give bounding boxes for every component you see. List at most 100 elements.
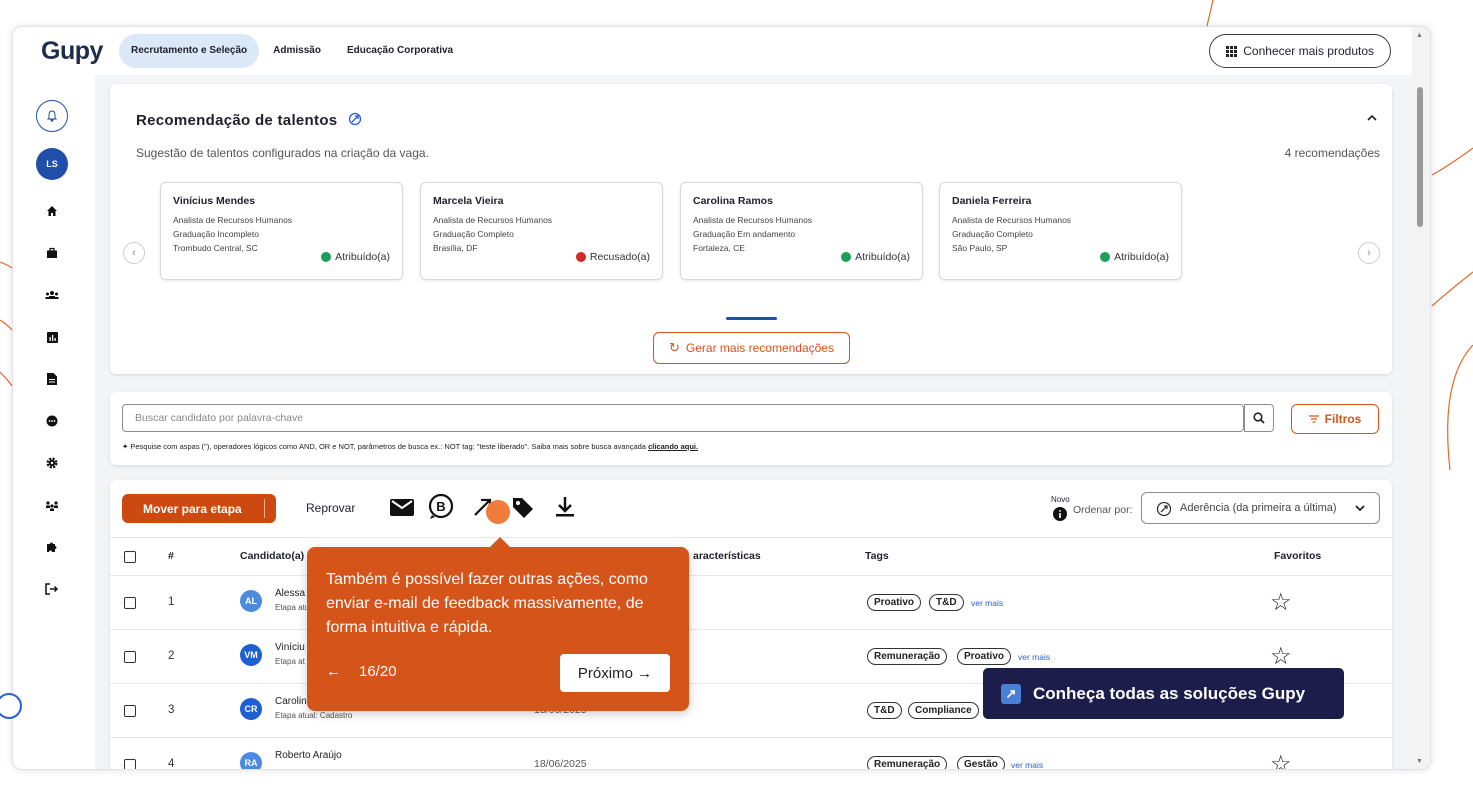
generate-more-button[interactable]: ↻ Gerar mais recomendações (653, 332, 850, 364)
briefcase-icon[interactable] (41, 242, 63, 264)
candidate-name: Marcela Vieira (433, 195, 504, 207)
browser-frame: Gupy Recrutamento e Seleção Admissão Edu… (12, 26, 1431, 770)
candidate-name[interactable]: Alessa (275, 588, 305, 599)
tab-recrutamento[interactable]: Recrutamento e Seleção (119, 34, 260, 68)
candidate-card[interactable]: Marcela Vieira Analista de Recursos Huma… (420, 182, 663, 280)
recommendations-title: Recomendação de talentos (136, 112, 362, 129)
candidate-name[interactable]: Roberto Araújo (275, 750, 342, 761)
tag-badge: T&D (929, 594, 964, 611)
reject-button[interactable]: Reprovar (306, 501, 355, 515)
tag-badge: Remuneração (867, 648, 948, 665)
row-checkbox[interactable] (124, 597, 136, 609)
gear-icon[interactable] (41, 452, 63, 474)
collapse-chevron-icon[interactable] (1367, 114, 1377, 122)
move-to-stage-button[interactable]: Mover para etapa (122, 494, 276, 523)
tag-icon[interactable] (510, 494, 536, 520)
next-button[interactable]: Próximo → (560, 654, 670, 692)
avatar: RA (240, 752, 262, 769)
bulk-b-icon[interactable]: B (428, 494, 454, 520)
check-icon (841, 252, 852, 262)
row-index: 2 (168, 650, 175, 662)
col-tags: Tags (865, 550, 889, 562)
search-button[interactable] (1244, 404, 1274, 432)
search-icon (1253, 412, 1265, 424)
products-button[interactable]: Conhecer mais produtos (1209, 34, 1391, 68)
see-more-link[interactable]: ver mais (1011, 760, 1043, 769)
tab-educacao[interactable]: Educação Corporativa (335, 34, 465, 68)
candidate-stage: Etapa atu (275, 603, 310, 612)
people-icon[interactable] (41, 494, 63, 516)
search-input[interactable]: Buscar candidato por palavra-chave (122, 404, 1244, 432)
col-candidate[interactable]: Candidato(a) (240, 550, 304, 562)
report-icon[interactable] (41, 326, 63, 348)
chat-icon[interactable] (41, 410, 63, 432)
sidebar: LS (13, 75, 95, 769)
candidate-card[interactable]: Daniela Ferreira Analista de Recursos Hu… (939, 182, 1182, 280)
table-row[interactable]: 4 RA Roberto Araújo 18/06/2025 Remuneraç… (110, 737, 1392, 770)
email-icon[interactable] (389, 494, 415, 520)
candidate-location: Brasília, DF (433, 243, 478, 253)
popover-text: Também é possível fazer outras ações, co… (326, 571, 648, 636)
col-index: # (168, 550, 174, 562)
home-icon[interactable] (41, 200, 63, 222)
candidate-date: 18/06/2025 (534, 758, 587, 770)
candidate-status: Atribuído(a) (1100, 251, 1169, 263)
candidate-name[interactable]: Viníciu (275, 642, 305, 653)
scroll-up-icon[interactable]: ▲ (1416, 32, 1423, 39)
favorite-star-icon[interactable]: ☆ (1270, 591, 1292, 615)
candidate-card[interactable]: Vinícius Mendes Analista de Recursos Hum… (160, 182, 403, 280)
advanced-search-link[interactable]: clicando aqui. (648, 442, 698, 451)
candidate-stage: Etapa atual: Cadastro (275, 711, 353, 720)
solutions-banner-text: Conheça todas as soluções Gupy (1033, 683, 1306, 703)
tab-admissao[interactable]: Admissão (261, 34, 333, 68)
filters-button[interactable]: Filtros (1291, 404, 1379, 434)
notifications-button[interactable] (36, 100, 68, 132)
tag-badge: Proativo (957, 648, 1012, 665)
sort-select[interactable]: Aderência (da primeira a última) (1141, 492, 1380, 524)
candidate-name: Carolina Ramos (693, 195, 773, 207)
search-hint: ✦ Pesquise com aspas ("), operadores lóg… (122, 442, 698, 451)
candidate-name[interactable]: Carolin (275, 696, 307, 707)
solutions-banner[interactable]: ↗ Conheça todas as soluções Gupy (983, 668, 1344, 719)
tag-badge: Proativo (867, 594, 922, 611)
external-link-icon: ↗ (1001, 684, 1021, 704)
table-row[interactable]: 1 AL Alessa Etapa atu Proativo T&D ver m… (110, 575, 1392, 629)
candidate-status-text: Atribuído(a) (335, 251, 390, 263)
row-index: 4 (168, 758, 175, 770)
row-checkbox[interactable] (124, 705, 136, 717)
puzzle-icon[interactable] (41, 536, 63, 558)
select-all-checkbox[interactable] (124, 551, 136, 563)
filter-icon (1308, 415, 1319, 423)
favorite-star-icon[interactable]: ☆ (1270, 753, 1292, 770)
document-icon[interactable] (41, 368, 63, 390)
users-icon[interactable] (41, 284, 63, 306)
user-avatar[interactable]: LS (36, 148, 68, 180)
candidate-status-text: Recusado(a) (589, 251, 650, 263)
scrollbar-thumb[interactable] (1417, 87, 1423, 227)
row-checkbox[interactable] (124, 759, 136, 769)
vertical-scrollbar[interactable]: ▲ ▼ (1412, 27, 1430, 769)
search-hint-text: Pesquise com aspas ("), operadores lógic… (130, 442, 649, 451)
row-checkbox[interactable] (124, 651, 136, 663)
recommendations-count: 4 recomendações (1284, 146, 1380, 160)
scroll-down-icon[interactable]: ▼ (1416, 758, 1423, 765)
carousel-next-button[interactable]: › (1358, 242, 1380, 264)
back-arrow-icon[interactable]: ← (326, 663, 341, 680)
candidate-status: Atribuído(a) (841, 251, 910, 263)
see-more-link[interactable]: ver mais (971, 598, 1003, 608)
logout-icon[interactable] (41, 578, 63, 600)
check-icon (321, 252, 332, 262)
download-icon[interactable] (552, 494, 578, 520)
candidate-card[interactable]: Carolina Ramos Analista de Recursos Huma… (680, 182, 923, 280)
carousel-prev-button[interactable]: ‹ (123, 242, 145, 264)
tag-badge: Compliance (908, 702, 979, 719)
candidate-education: Graduação Completo (433, 229, 514, 239)
sort-value: Aderência (da primeira a última) (1180, 502, 1337, 514)
recommendations-title-text: Recomendação de talentos (136, 112, 338, 129)
filters-label: Filtros (1324, 412, 1362, 426)
search-card: Buscar candidato por palavra-chave Filtr… (110, 392, 1392, 465)
see-more-link[interactable]: ver mais (1018, 652, 1050, 662)
svg-text:B: B (436, 499, 445, 514)
avatar: AL (240, 590, 262, 612)
favorite-star-icon[interactable]: ☆ (1270, 645, 1292, 669)
